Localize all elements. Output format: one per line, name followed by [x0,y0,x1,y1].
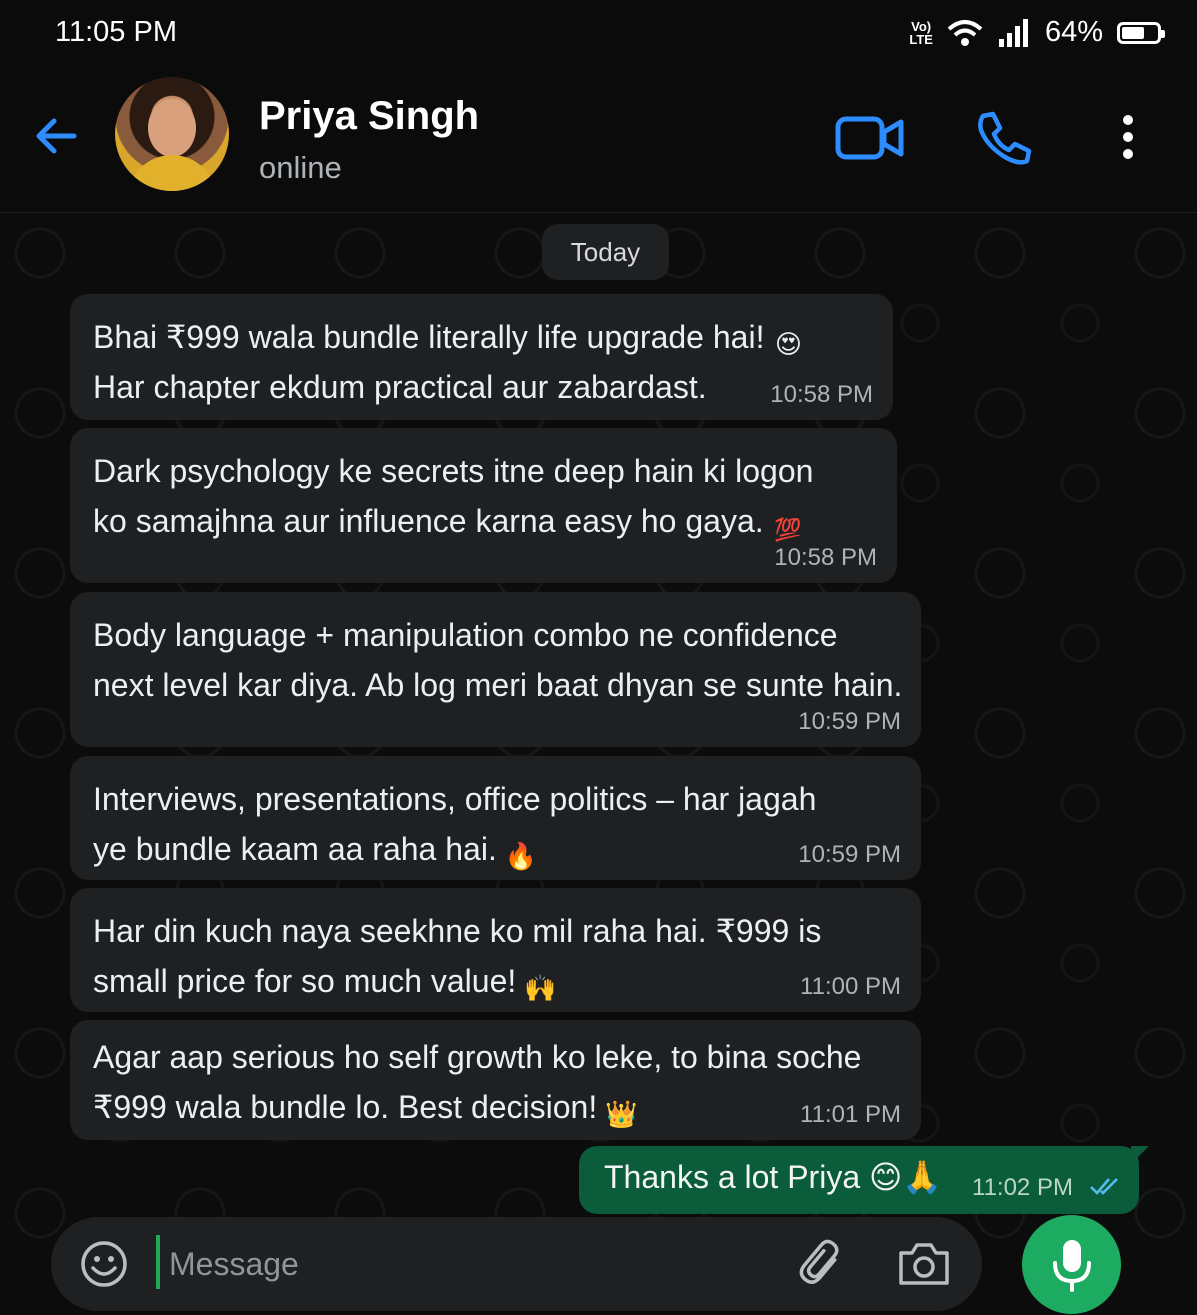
message-line: Dark psychology ke secrets itne deep hai… [93,453,814,489]
message-input[interactable] [167,1235,771,1293]
status-indicators: Vo) LTE 64% [909,16,1165,49]
message-time: 10:58 PM [774,544,877,571]
date-chip: Today [542,224,669,280]
more-options-icon[interactable] [1118,114,1138,162]
message-line: Agar aap serious ho self growth ko leke,… [93,1039,862,1075]
message-line: Body language + manipulation combo ne co… [93,617,838,653]
incoming-message[interactable]: Har din kuch naya seekhne ko mil raha ha… [70,888,921,1012]
message-line: ye bundle kaam aa raha hai. 🔥 [93,824,899,874]
incoming-message[interactable]: Body language + manipulation combo ne co… [70,592,921,747]
wifi-icon [947,19,983,46]
message-line: Thanks a lot Priya 😊🙏 [604,1159,943,1195]
voice-call-icon[interactable] [975,110,1033,166]
outgoing-message[interactable]: Thanks a lot Priya 😊🙏 11:02 PM [579,1146,1149,1214]
incoming-message[interactable]: Dark psychology ke secrets itne deep hai… [70,428,897,583]
camera-icon[interactable] [897,1239,951,1289]
double-tick-read-icon [1090,1178,1118,1195]
incoming-message[interactable]: Interviews, presentations, office politi… [70,756,921,880]
status-time: 11:05 PM [55,16,177,48]
message-line: Bhai ₹999 wala bundle literally life upg… [93,312,871,362]
heart-eyes-emoji-icon: 😍 [774,329,802,359]
message-line: small price for so much value! 🙌 [93,956,899,1006]
volte-icon: Vo) LTE [909,18,933,47]
message-time: 10:59 PM [798,841,901,868]
message-time: 11:02 PM [972,1174,1073,1201]
chat-area[interactable]: Today Bhai ₹999 wala bundle literally li… [0,213,1197,1315]
message-line: next level kar diya. Ab log meri baat dh… [93,667,903,703]
back-arrow-icon[interactable] [32,112,80,160]
message-time: 10:58 PM [770,381,873,408]
crown-emoji-icon: 👑 [605,1099,638,1129]
incoming-message[interactable]: Bhai ₹999 wala bundle literally life upg… [70,294,893,420]
battery-icon [1117,21,1165,44]
contact-status: online [259,150,342,185]
mic-button[interactable] [1022,1215,1121,1314]
attach-icon[interactable] [797,1239,847,1289]
message-line: Har chapter ekdum practical aur zabardas… [93,369,707,405]
message-time: 10:59 PM [798,708,901,735]
message-line: ko samajhna aur influence karna easy ho … [93,496,875,548]
signal-icon [998,18,1028,47]
mic-icon [1053,1240,1091,1292]
incoming-message[interactable]: Agar aap serious ho self growth ko leke,… [70,1020,921,1140]
message-composer [51,1217,982,1311]
contact-avatar[interactable] [115,77,229,191]
chat-header: Priya Singh online [0,72,1197,213]
status-bar: 11:05 PM Vo) LTE 64% [0,0,1197,72]
contact-name[interactable]: Priya Singh [259,94,479,139]
emoji-icon[interactable] [79,1239,129,1289]
smile-pray-emoji-icon: 😊🙏 [869,1159,943,1195]
message-line: Har din kuch naya seekhne ko mil raha ha… [93,913,822,949]
fire-emoji-icon: 🔥 [504,841,538,871]
message-time: 11:01 PM [800,1101,901,1128]
message-line: Interviews, presentations, office politi… [93,781,817,817]
video-call-icon[interactable] [835,114,905,162]
message-time: 11:00 PM [800,973,901,1000]
message-line: ₹999 wala bundle lo. Best decision! 👑 [93,1082,899,1132]
battery-percent: 64% [1044,16,1103,48]
raising-hands-emoji-icon: 🙌 [524,973,557,1003]
text-cursor [156,1235,160,1289]
